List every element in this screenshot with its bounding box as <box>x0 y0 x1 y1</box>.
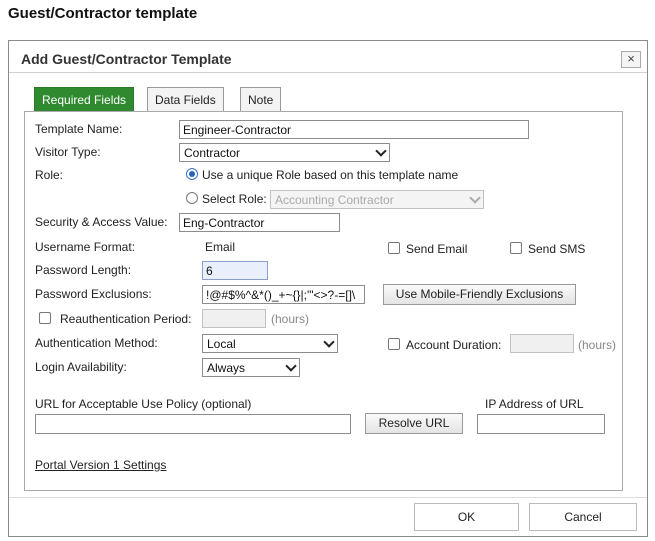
required-fields-panel: Template Name: Engineer-Contractor Visit… <box>24 111 623 491</box>
aup-url-input[interactable] <box>35 414 351 434</box>
role-select[interactable]: Accounting Contractor <box>270 190 484 209</box>
chevron-down-icon <box>323 336 335 348</box>
tab-note[interactable]: Note <box>240 87 282 111</box>
account-duration-label: Account Duration: <box>406 338 502 352</box>
send-sms-label: Send SMS <box>528 242 586 256</box>
role-select-label: Select Role: <box>202 192 267 206</box>
ip-address-input[interactable] <box>477 414 605 434</box>
reauth-period-checkbox[interactable] <box>39 312 51 324</box>
password-length-input[interactable]: 6 <box>202 261 268 280</box>
password-exclusions-label: Password Exclusions: <box>35 287 152 301</box>
reauth-period-label: Reauthentication Period: <box>60 312 192 326</box>
portal-version-link[interactable]: Portal Version 1 Settings <box>35 458 166 472</box>
dialog-header: Add Guest/Contractor Template × <box>9 41 647 73</box>
account-duration-checkbox[interactable] <box>388 338 400 350</box>
visitor-type-label: Visitor Type: <box>35 145 101 159</box>
add-template-dialog: Add Guest/Contractor Template × Required… <box>8 40 648 537</box>
close-icon[interactable]: × <box>621 51 641 68</box>
role-select-value: Accounting Contractor <box>275 193 394 207</box>
role-unique-radio[interactable] <box>186 168 198 180</box>
visitor-type-value: Contractor <box>184 146 241 160</box>
username-format-label: Username Format: <box>35 240 136 254</box>
send-sms-checkbox[interactable] <box>510 242 522 254</box>
password-length-label: Password Length: <box>35 263 132 277</box>
username-format-value: Email <box>205 240 236 254</box>
auth-method-value: Local <box>207 337 236 351</box>
aup-url-label: URL for Acceptable Use Policy (optional) <box>35 397 252 411</box>
role-unique-label: Use a unique Role based on this template… <box>202 168 459 182</box>
visitor-type-select[interactable]: Contractor <box>179 143 390 162</box>
template-name-label: Template Name: <box>35 122 123 136</box>
resolve-url-button[interactable]: Resolve URL <box>365 413 463 434</box>
auth-method-select[interactable]: Local <box>202 334 338 353</box>
send-email-checkbox[interactable] <box>388 242 400 254</box>
tab-data-fields[interactable]: Data Fields <box>147 87 224 111</box>
page-title: Guest/Contractor template <box>8 5 198 22</box>
chevron-down-icon <box>375 145 387 157</box>
login-availability-label: Login Availability: <box>35 360 127 374</box>
mobile-friendly-exclusions-button[interactable]: Use Mobile-Friendly Exclusions <box>383 284 576 305</box>
chevron-down-icon <box>469 192 481 204</box>
ok-button[interactable]: OK <box>414 503 519 531</box>
role-label: Role: <box>35 168 64 182</box>
footer-divider <box>9 497 647 498</box>
auth-method-label: Authentication Method: <box>35 336 158 350</box>
account-duration-units: (hours) <box>578 338 617 352</box>
role-select-radio[interactable] <box>186 192 198 204</box>
reauth-period-input[interactable] <box>202 309 266 328</box>
template-name-input[interactable]: Engineer-Contractor <box>179 120 529 139</box>
login-availability-select[interactable]: Always <box>202 358 300 377</box>
cancel-button[interactable]: Cancel <box>529 503 637 531</box>
chevron-down-icon <box>285 360 297 372</box>
security-access-label: Security & Access Value: <box>35 215 168 229</box>
password-exclusions-input[interactable]: !@#$%^&*()_+~{}|;'"<>?-=[]\ <box>202 285 365 304</box>
login-availability-value: Always <box>207 361 246 375</box>
account-duration-input[interactable] <box>510 334 574 353</box>
send-email-label: Send Email <box>406 242 468 256</box>
tab-required-fields[interactable]: Required Fields <box>34 87 135 111</box>
reauth-period-units: (hours) <box>271 312 310 326</box>
dialog-title: Add Guest/Contractor Template <box>21 51 232 67</box>
ip-address-label: IP Address of URL <box>485 397 584 411</box>
security-access-input[interactable]: Eng-Contractor <box>179 213 340 232</box>
